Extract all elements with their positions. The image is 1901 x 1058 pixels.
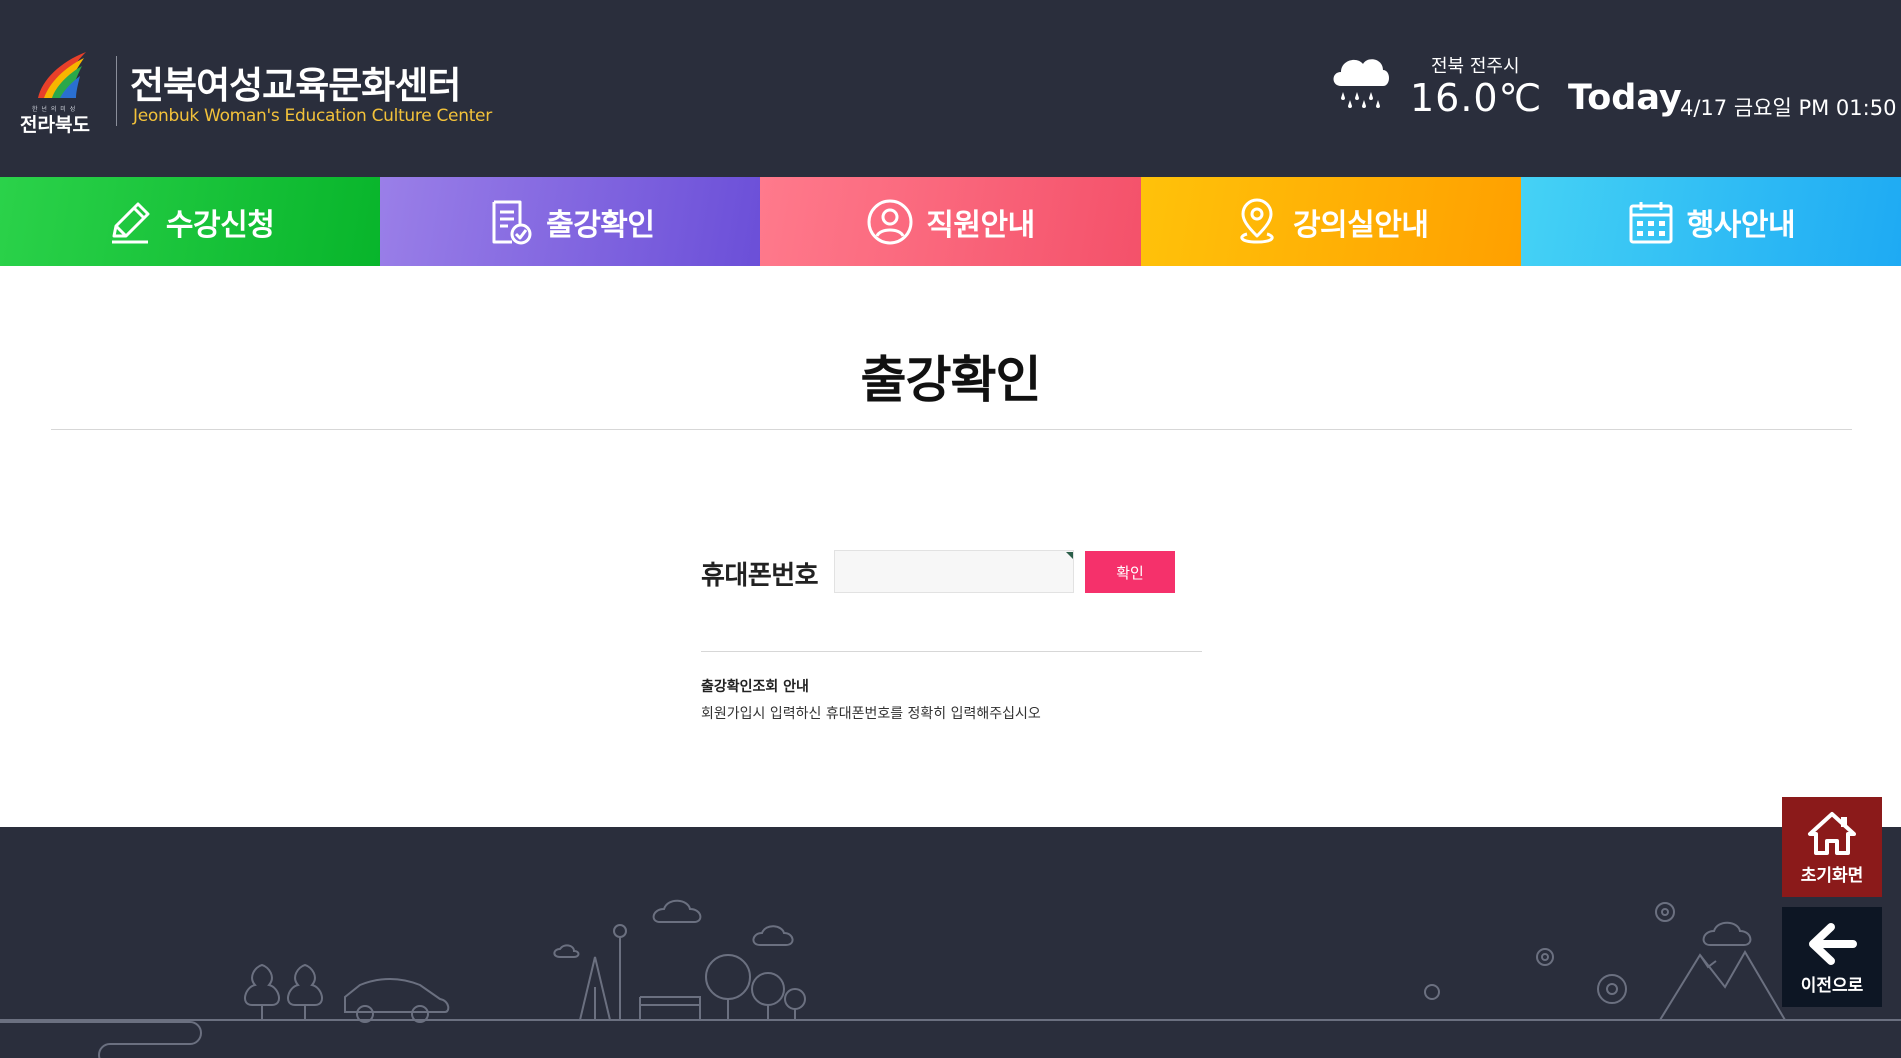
title-divider (116, 56, 117, 126)
info-text: 회원가입시 입력하신 휴대폰번호를 정확히 입력해주십시오 (701, 706, 1041, 722)
jeonbuk-logo[interactable]: 한 넌 의 미 성 전라북도 (20, 48, 96, 136)
calendar-icon (1629, 201, 1673, 243)
today-label: Today (1568, 78, 1682, 118)
home-button-label: 초기화면 (1800, 866, 1864, 886)
nav-item-attendance-check[interactable]: 출강확인 (380, 177, 761, 266)
page-title: 출강확인 (860, 351, 1042, 409)
back-button-label: 이전으로 (1800, 976, 1864, 996)
main-nav: 수강신청 출강확인 직원안내 강의실안내 행사안내 (0, 177, 1901, 266)
phone-input[interactable] (834, 550, 1074, 593)
home-icon (1808, 812, 1856, 855)
nav-item-staff-guide[interactable]: 직원안내 (760, 177, 1141, 266)
nav-label: 출강확인 (546, 207, 655, 243)
header: 한 넌 의 미 성 전라북도 전북여성교육문화센터 Jeonbuk Woman'… (0, 0, 1901, 177)
info-title: 출강확인조회 안내 (701, 679, 809, 695)
footer-landscape-illustration (0, 899, 1901, 1058)
back-button[interactable]: 이전으로 (1782, 907, 1882, 1007)
site-title: 전북여성교육문화센터 (130, 64, 461, 107)
person-icon (867, 199, 913, 244)
pencil-icon (111, 202, 150, 243)
nav-item-classroom-guide[interactable]: 강의실안내 (1140, 177, 1521, 266)
arrow-left-icon (1809, 923, 1857, 965)
location-pin-icon (1240, 198, 1274, 243)
input-corner-marker (1066, 552, 1073, 559)
logo-brush-icon (38, 52, 86, 98)
document-check-icon (492, 200, 532, 244)
title-divider-line (51, 429, 1852, 430)
site-subtitle: Jeonbuk Woman's Education Culture Center (133, 106, 492, 126)
footer (0, 827, 1901, 1058)
rain-cloud-icon (1333, 59, 1389, 108)
info-divider-line (701, 651, 1202, 652)
nav-label: 행사안내 (1686, 207, 1796, 243)
weather-temperature: 16.0℃ (1410, 76, 1543, 120)
phone-label: 휴대폰번호 (701, 561, 819, 591)
confirm-button[interactable]: 확인 (1085, 551, 1175, 593)
nav-item-course-registration[interactable]: 수강신청 (0, 177, 381, 266)
nav-label: 직원안내 (926, 207, 1035, 243)
nav-label: 수강신청 (165, 207, 275, 243)
nav-item-event-guide[interactable]: 행사안내 (1520, 177, 1901, 266)
home-button[interactable]: 초기화면 (1782, 797, 1882, 897)
logo-text: 전라북도 (20, 114, 90, 136)
weather-location: 전북 전주시 (1431, 56, 1520, 77)
nav-label: 강의실안내 (1292, 207, 1429, 243)
today-datetime: 4/17 금요일 PM 01:50 (1680, 96, 1897, 120)
